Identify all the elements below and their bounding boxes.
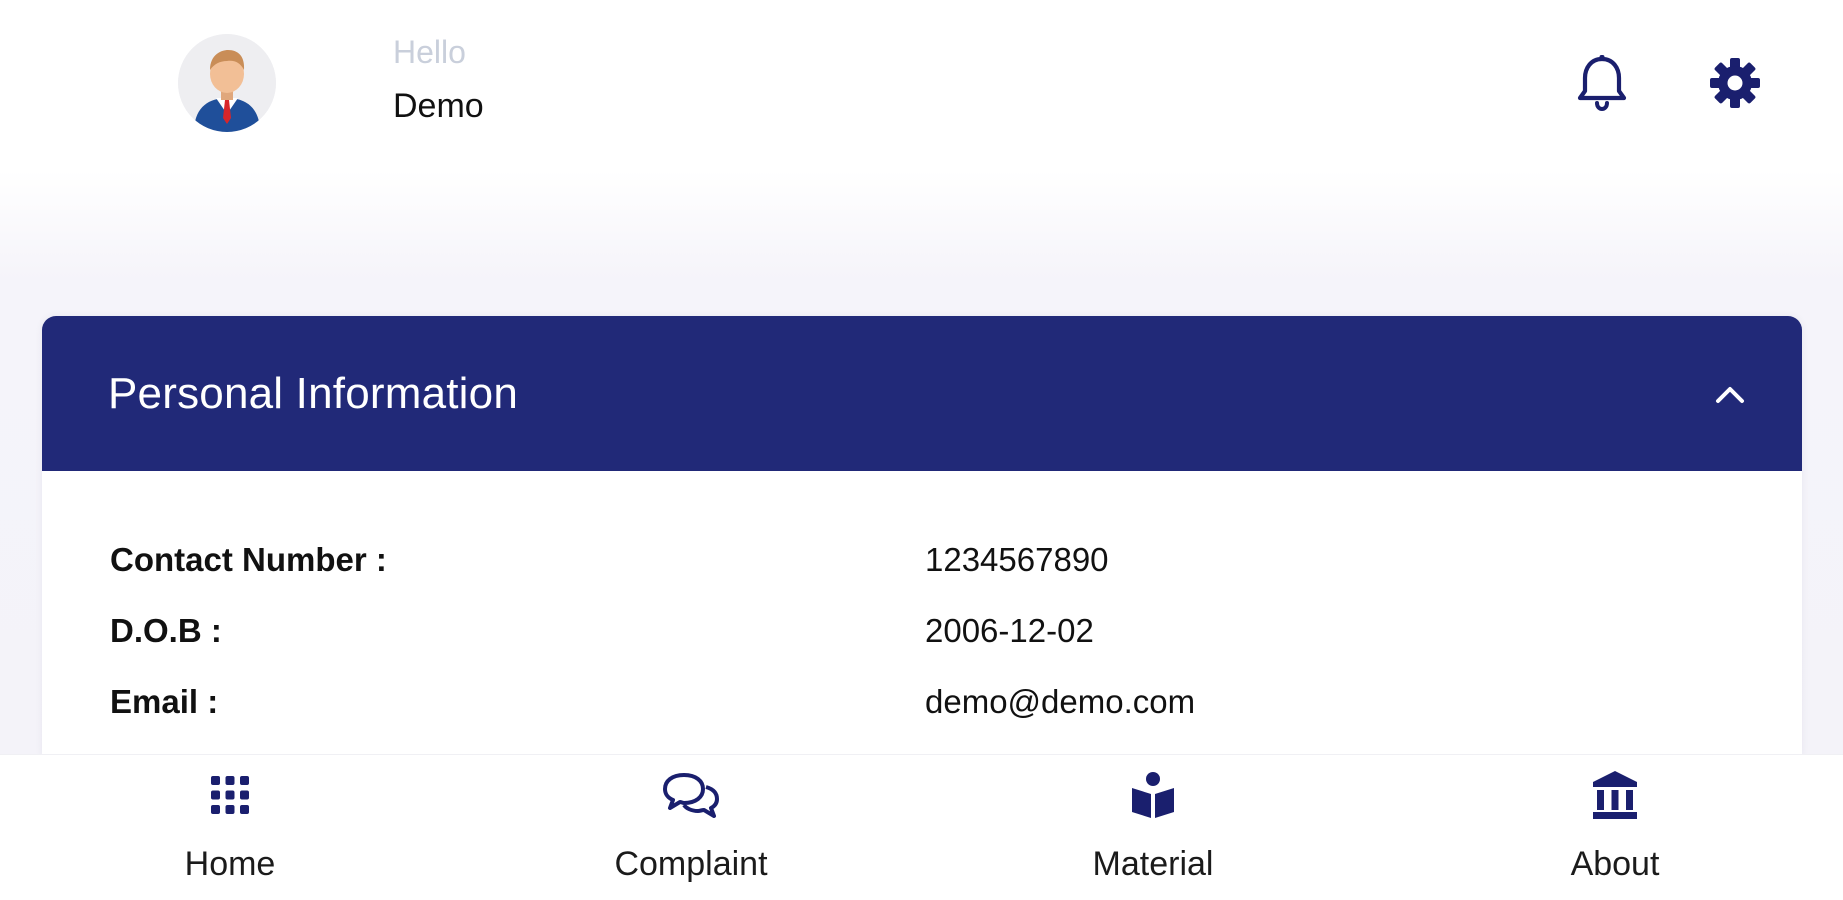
nav-item-home[interactable]: Home xyxy=(120,767,340,897)
info-list: Contact Number : 1234567890 D.O.B : 2006… xyxy=(42,471,1802,744)
nav-item-about[interactable]: About xyxy=(1505,767,1725,897)
gear-icon[interactable] xyxy=(1705,50,1765,116)
greeting-text: Hello xyxy=(393,34,466,70)
app-header: Hello Demo xyxy=(0,0,1843,170)
grid-icon xyxy=(209,767,251,823)
bell-icon[interactable] xyxy=(1572,50,1632,116)
card-title: Personal Information xyxy=(108,368,518,418)
personal-information-card: Personal Information Contact Number : 12… xyxy=(42,316,1802,756)
user-avatar-icon[interactable] xyxy=(178,34,276,132)
greeting-block: Hello Demo xyxy=(393,34,484,126)
chevron-up-icon[interactable] xyxy=(1714,383,1746,405)
nav-label-home: Home xyxy=(184,845,276,883)
bottom-navigation: Home Complaint Material About xyxy=(0,754,1843,900)
dob-value: 2006-12-02 xyxy=(925,612,1094,649)
info-row-dob: D.O.B : 2006-12-02 xyxy=(42,602,1802,673)
nav-item-material[interactable]: Material xyxy=(1043,767,1263,897)
contact-number-label: Contact Number : xyxy=(110,541,387,578)
email-value: demo@demo.com xyxy=(925,683,1196,720)
nav-label-material: Material xyxy=(1092,845,1214,883)
info-row-contact: Contact Number : 1234567890 xyxy=(42,531,1802,602)
contact-number-value: 1234567890 xyxy=(925,541,1109,578)
dob-label: D.O.B : xyxy=(110,612,222,649)
institution-icon xyxy=(1590,767,1640,823)
personal-information-header[interactable]: Personal Information xyxy=(42,316,1802,471)
chat-bubbles-icon xyxy=(662,767,720,823)
nav-label-complaint: Complaint xyxy=(614,845,768,883)
email-label: Email : xyxy=(110,683,219,720)
book-reader-icon xyxy=(1128,767,1178,823)
nav-label-about: About xyxy=(1570,845,1660,883)
info-row-email: Email : demo@demo.com xyxy=(42,673,1802,744)
nav-item-complaint[interactable]: Complaint xyxy=(581,767,801,897)
user-name: Demo xyxy=(393,87,484,125)
